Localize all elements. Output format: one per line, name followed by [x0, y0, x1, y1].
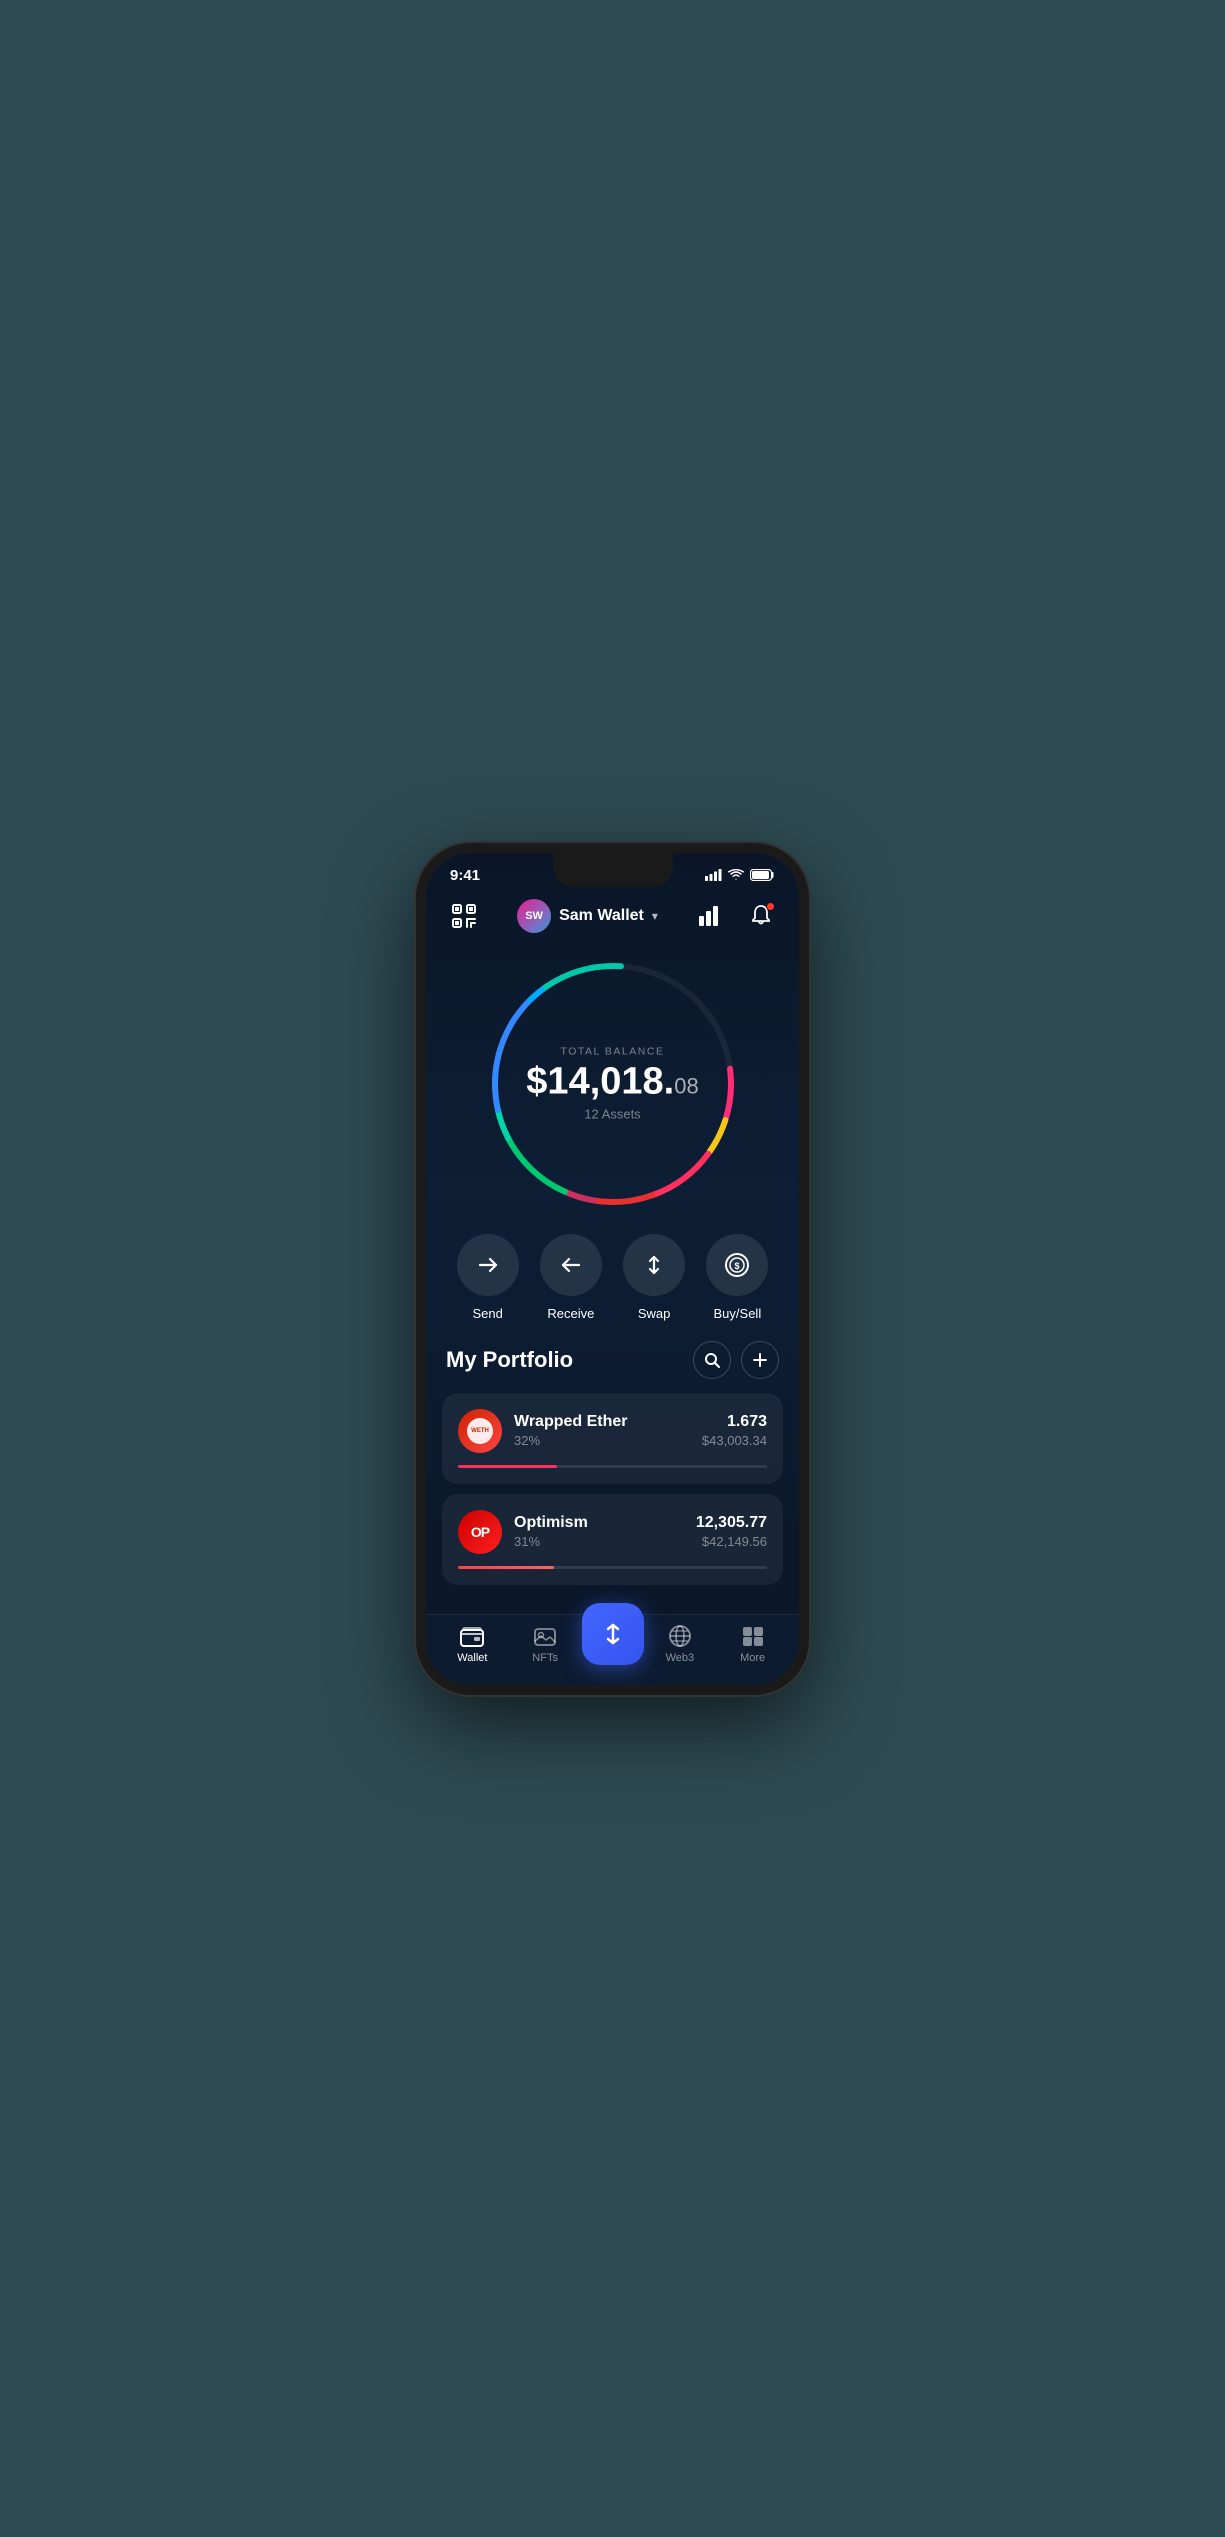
send-action[interactable]: Send: [457, 1234, 519, 1321]
avatar: SW: [517, 899, 551, 933]
op-bar: [458, 1566, 767, 1569]
balance-main: $14,018.: [526, 1061, 674, 1103]
send-icon: [476, 1253, 500, 1277]
nav-more-icon: [741, 1624, 765, 1648]
portfolio-title: My Portfolio: [446, 1347, 573, 1373]
nav-nfts[interactable]: NFTs: [509, 1624, 582, 1664]
weth-amount: 1.673: [702, 1413, 767, 1431]
screen: 9:41: [426, 853, 799, 1685]
buysell-circle: $: [706, 1234, 768, 1296]
weth-usd: $43,003.34: [702, 1433, 767, 1448]
op-pct: 31%: [514, 1534, 684, 1549]
weth-pct: 32%: [514, 1433, 690, 1448]
more-icon: [741, 1624, 765, 1648]
balance-circle-container: TOTAL BALANCE $14,018.08 12 Assets: [483, 954, 743, 1214]
bottom-nav: Wallet NFTs: [426, 1614, 799, 1685]
balance-section: TOTAL BALANCE $14,018.08 12 Assets: [426, 944, 799, 1234]
wallet-icon: [460, 1625, 484, 1647]
op-values: 12,305.77 $42,149.56: [696, 1514, 767, 1549]
swap-label: Swap: [638, 1306, 671, 1321]
op-logo: OP: [458, 1510, 502, 1554]
weth-logo: WETH: [458, 1409, 502, 1453]
balance-label: TOTAL BALANCE: [526, 1045, 698, 1057]
weth-bar-fill: [458, 1465, 557, 1468]
wifi-icon: [728, 869, 744, 881]
scan-button[interactable]: [446, 898, 482, 934]
op-bar-fill: [458, 1566, 554, 1569]
weth-bar: [458, 1465, 767, 1468]
swap-icon: [642, 1253, 666, 1277]
wallet-name: Sam Wallet: [559, 907, 644, 925]
swap-center-icon: [598, 1619, 628, 1649]
nav-web3[interactable]: Web3: [644, 1624, 717, 1664]
plus-icon: [752, 1352, 768, 1368]
asset-card-op[interactable]: OP Optimism 31% 12,305.77 $42,149.56: [442, 1494, 783, 1585]
receive-icon: [559, 1253, 583, 1277]
chevron-down-icon: ▾: [652, 909, 658, 923]
nav-web3-icon: [668, 1624, 692, 1648]
send-label: Send: [472, 1306, 502, 1321]
asset-card-weth[interactable]: WETH Wrapped Ether 32% 1.673 $43,003.34: [442, 1393, 783, 1484]
assets-count: 12 Assets: [526, 1107, 698, 1122]
nav-web3-label: Web3: [666, 1652, 695, 1664]
buysell-label: Buy/Sell: [714, 1306, 762, 1321]
balance-center: TOTAL BALANCE $14,018.08 12 Assets: [526, 1045, 698, 1122]
portfolio-section: My Portfolio: [426, 1341, 799, 1614]
status-icons: [705, 869, 775, 881]
weth-info: Wrapped Ether 32%: [514, 1413, 690, 1448]
nav-wallet[interactable]: Wallet: [436, 1624, 509, 1664]
buysell-icon: $: [723, 1251, 751, 1279]
balance-amount: $14,018.08: [526, 1061, 698, 1103]
portfolio-search-button[interactable]: [693, 1341, 731, 1379]
status-time: 9:41: [450, 867, 480, 884]
header-right: [693, 898, 779, 934]
web3-icon: [668, 1624, 692, 1648]
wallet-selector[interactable]: SW Sam Wallet ▾: [517, 899, 658, 933]
nav-wallet-label: Wallet: [457, 1652, 487, 1664]
nav-wallet-icon: [460, 1624, 484, 1648]
nav-nfts-icon: [533, 1624, 557, 1648]
nav-more-label: More: [740, 1652, 765, 1664]
op-name: Optimism: [514, 1514, 684, 1532]
scan-icon: [450, 902, 478, 930]
header: SW Sam Wallet ▾: [426, 890, 799, 944]
swap-action[interactable]: Swap: [623, 1234, 685, 1321]
op-row: OP Optimism 31% 12,305.77 $42,149.56: [458, 1510, 767, 1554]
notification-button[interactable]: [743, 898, 779, 934]
portfolio-add-button[interactable]: [741, 1341, 779, 1379]
nfts-icon: [533, 1625, 557, 1647]
weth-name: Wrapped Ether: [514, 1413, 690, 1431]
buysell-action[interactable]: $ Buy/Sell: [706, 1234, 768, 1321]
weth-row: WETH Wrapped Ether 32% 1.673 $43,003.34: [458, 1409, 767, 1453]
chart-icon: [699, 906, 723, 926]
portfolio-header: My Portfolio: [442, 1341, 783, 1379]
swap-circle: [623, 1234, 685, 1296]
receive-action[interactable]: Receive: [540, 1234, 602, 1321]
receive-label: Receive: [547, 1306, 594, 1321]
notification-dot: [766, 902, 775, 911]
nav-more[interactable]: More: [716, 1624, 789, 1664]
op-usd: $42,149.56: [696, 1534, 767, 1549]
phone-frame: 9:41: [416, 843, 809, 1695]
signal-icon: [705, 869, 722, 881]
op-amount: 12,305.77: [696, 1514, 767, 1532]
send-circle: [457, 1234, 519, 1296]
svg-text:$: $: [735, 1261, 740, 1271]
weth-values: 1.673 $43,003.34: [702, 1413, 767, 1448]
chart-button[interactable]: [693, 898, 729, 934]
op-info: Optimism 31%: [514, 1514, 684, 1549]
nav-swap-center[interactable]: [582, 1603, 644, 1665]
search-icon: [704, 1352, 720, 1368]
nav-nfts-label: NFTs: [532, 1652, 558, 1664]
battery-icon: [750, 869, 775, 881]
notch: [553, 853, 673, 887]
portfolio-actions: [693, 1341, 779, 1379]
receive-circle: [540, 1234, 602, 1296]
balance-cents: 08: [674, 1074, 698, 1098]
actions-row: Send Receive: [426, 1234, 799, 1341]
